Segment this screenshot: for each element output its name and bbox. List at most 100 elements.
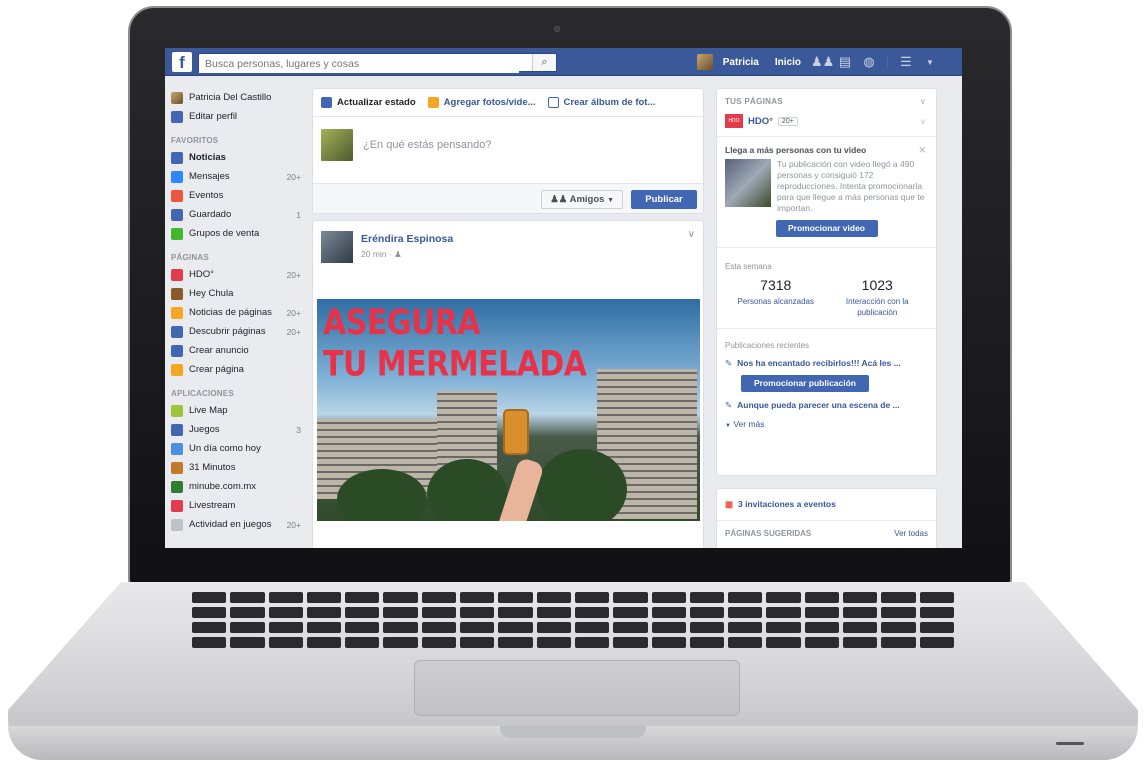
search-icon[interactable]: ⌕ [532, 54, 556, 71]
sidebar-item-noticias-de-p-ginas[interactable]: Noticias de páginas 20+ [171, 303, 301, 322]
keyboard-key [843, 607, 878, 618]
keyboard-key [574, 592, 610, 603]
avatar [171, 91, 183, 104]
chevron-down-icon[interactable]: ∨ [920, 117, 926, 126]
tree [537, 449, 627, 521]
sidebar-item-un-d-a-como-hoy[interactable]: Un día como hoy [171, 439, 301, 458]
facebook-logo[interactable]: f [172, 52, 192, 72]
trackpad [414, 660, 740, 716]
author-avatar[interactable] [321, 231, 353, 263]
post-author[interactable]: Eréndira Espinosa [361, 233, 453, 245]
sidebar-item-hdo-[interactable]: HDO° 20+ [171, 265, 301, 284]
tab-update-status[interactable]: Actualizar estado [321, 97, 416, 108]
engagement-value: 1023 [861, 277, 893, 293]
recent-post-item[interactable]: ✎ Nos ha encantado recibirlos!!! Acá les… [717, 356, 936, 371]
sidebar-item-noticias[interactable]: Noticias [171, 148, 301, 167]
lid-notch [500, 726, 646, 738]
keyboard-key [421, 637, 457, 648]
menu-chevron-icon[interactable]: ▼ [920, 58, 940, 67]
sidebar-item-minube-com-mx[interactable]: minube.com.mx [171, 477, 301, 496]
sidebar-item-profile[interactable]: Patricia Del Castillo [171, 88, 301, 107]
chevron-down-icon[interactable]: ∨ [920, 97, 926, 106]
post-timestamp[interactable]: 20 min · [361, 249, 394, 259]
recent-post-item[interactable]: ✎ Aunque pueda parecer una escena de ... [717, 398, 936, 413]
post-options-chevron-icon[interactable]: ∨ [688, 229, 695, 240]
audience-selector[interactable]: ♟♟ Amigos ▼ [541, 190, 623, 209]
tab-create-album[interactable]: Crear álbum de fot... [547, 97, 655, 108]
status-input[interactable]: ¿En qué estás pensando? [363, 139, 491, 151]
sidebar-item-label: Livestream [189, 500, 236, 511]
sidebar-item-actividad-en-juegos[interactable]: Actividad en juegos 20+ [171, 515, 301, 534]
keyboard-key [421, 607, 457, 618]
close-icon[interactable]: ✕ [918, 145, 926, 156]
sidebar-item-crear-anuncio[interactable]: Crear anuncio [171, 341, 301, 360]
event-invites[interactable]: ▦ 3 invitaciones a eventos [717, 489, 936, 521]
notifications-icon[interactable]: ◍ [859, 54, 879, 70]
sidebar-item-livestream[interactable]: Livestream [171, 496, 301, 515]
promote-video-button[interactable]: Promocionar video [775, 220, 878, 237]
tree [427, 459, 507, 521]
pages-heading: PÁGINAS [171, 253, 209, 262]
recent-posts-label: Publicaciones recientes [717, 328, 936, 356]
keyboard-key [345, 622, 380, 633]
keyboard-key [919, 607, 954, 618]
keyboard-key [766, 607, 801, 618]
sidebar-item-mensajes[interactable]: Mensajes 20+ [171, 167, 301, 186]
hdo-icon [171, 268, 183, 281]
sidebar-item-edit-profile[interactable]: Editar perfil [171, 107, 301, 126]
power-indicator [1056, 742, 1084, 745]
sidebar-item-eventos[interactable]: Eventos [171, 186, 301, 205]
home-link[interactable]: Inicio [769, 57, 807, 68]
lock-icon[interactable]: ☰ [896, 54, 916, 70]
tab-add-photos[interactable]: Agregar fotos/vide... [427, 97, 536, 108]
keyboard-key [919, 592, 954, 603]
sidebar-item-count: 20+ [286, 326, 301, 337]
keyboard-key [613, 592, 648, 603]
composer-body: ¿En qué estás pensando? [313, 117, 703, 173]
sidebar-item-label: Juegos [189, 424, 220, 435]
keyboard-key [192, 637, 227, 648]
keyboard-key [498, 637, 533, 648]
image-caption-line: TU MERMELADA [323, 344, 587, 385]
favorites-heading: FAVORITOS [171, 136, 219, 145]
keyboard-key [843, 592, 878, 603]
sidebar-item-label: HDO° [189, 269, 214, 280]
video-promo: Tu publicación con video llegó a 490 per… [717, 159, 936, 214]
keyboard-key [574, 637, 610, 648]
keyboard-key [192, 592, 227, 603]
suggested-pages-heading: PÁGINAS SUGERIDAS [725, 529, 812, 538]
page-row[interactable]: HDO HDO° 20+ ∨ [717, 106, 936, 137]
sidebar-item-live-map[interactable]: Live Map [171, 401, 301, 420]
see-more-link[interactable]: ▼ Ver más [717, 413, 936, 435]
keyboard-key [192, 622, 227, 633]
post-header: Eréndira Espinosa 20 min · ♟ [313, 221, 703, 263]
keyboard-key [230, 607, 265, 618]
profile-link[interactable]: Patricia [717, 57, 765, 68]
post-image[interactable]: ASEGURA TU MERMELADA [317, 299, 700, 521]
sidebar-item-label: Descubrir páginas [189, 326, 266, 337]
engagement-stat[interactable]: 1023 Interacción con la publicación [827, 277, 929, 318]
edit-icon [171, 110, 183, 123]
promote-post-button[interactable]: Promocionar publicación [741, 375, 869, 392]
messages-icon[interactable]: ▤ [835, 54, 855, 70]
sidebar-item-31-minutos[interactable]: 31 Minutos [171, 458, 301, 477]
sidebar-item-hey-chula[interactable]: Hey Chula [171, 284, 301, 303]
sidebar-item-guardado[interactable]: Guardado 1 [171, 205, 301, 224]
see-all-link[interactable]: Ver todas [894, 529, 928, 538]
user-avatar[interactable] [696, 54, 713, 70]
video-thumbnail[interactable] [725, 159, 771, 207]
sidebar-item-descubrir-p-ginas[interactable]: Descubrir páginas 20+ [171, 322, 301, 341]
keyboard-key [498, 622, 533, 633]
tree [337, 469, 427, 521]
friend-requests-icon[interactable]: ♟♟ [811, 54, 834, 70]
sidebar-item-grupos-de-venta[interactable]: Grupos de venta [171, 224, 301, 243]
sidebar-item-crear-p-gina[interactable]: Crear página [171, 360, 301, 379]
reach-stat[interactable]: 7318 Personas alcanzadas [725, 277, 827, 318]
engagement-label: Interacción con la publicación [845, 297, 909, 317]
keyboard-key [230, 592, 265, 603]
publish-button[interactable]: Publicar [631, 190, 697, 209]
sidebar-item-juegos[interactable]: Juegos 3 [171, 420, 301, 439]
keyboard-key [613, 637, 648, 648]
page-name[interactable]: HDO° [748, 116, 773, 127]
search-input[interactable] [199, 55, 519, 73]
